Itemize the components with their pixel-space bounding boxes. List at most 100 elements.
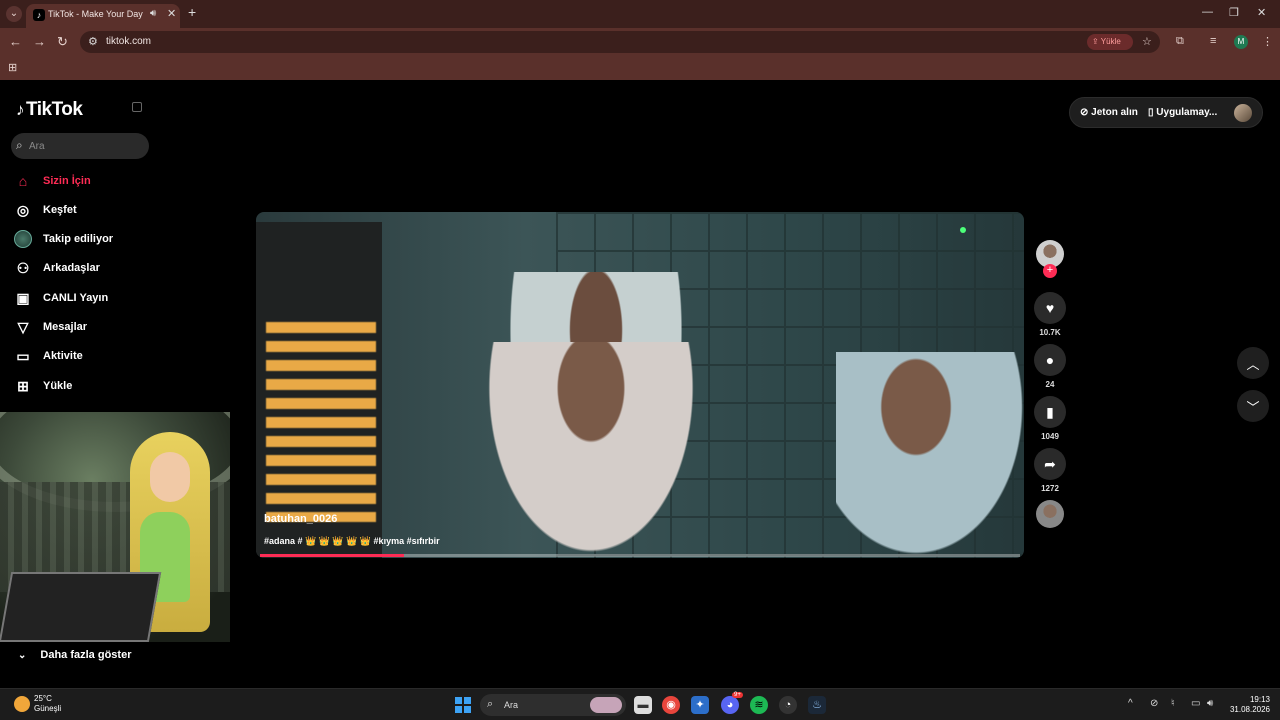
tiktok-logo[interactable]: ♪ TikTok <box>16 99 83 121</box>
tray-overflow-icon[interactable]: ^ <box>1128 698 1133 709</box>
activity-icon: ▭ <box>16 347 30 364</box>
get-coins-button[interactable]: ⊘ Jeton alın <box>1080 107 1138 118</box>
back-icon[interactable]: ← <box>9 34 22 49</box>
weather-widget[interactable]: 25°C Güneşli <box>14 694 61 714</box>
speaker-icon[interactable]: 🔊︎ <box>150 8 156 19</box>
search-input[interactable] <box>29 138 139 154</box>
comment-button[interactable]: ● <box>1034 344 1066 376</box>
search-box[interactable]: ⌕ <box>11 133 149 159</box>
maximize-icon[interactable]: ❐ <box>1229 6 1239 19</box>
weather-condition: Güneşli <box>34 704 62 713</box>
minimize-icon[interactable]: — <box>1202 6 1213 18</box>
show-more-button[interactable]: ⌄ Daha fazla göster <box>18 649 131 661</box>
coins-label: Jeton alın <box>1091 107 1138 118</box>
tray-icon[interactable]: ⊘ <box>1150 698 1158 709</box>
collapse-sidebar-icon[interactable] <box>132 102 142 112</box>
previous-video-button[interactable]: ︿ <box>1237 347 1269 379</box>
search-highlight-icon <box>590 697 622 713</box>
sidebar-item-live[interactable]: ▣ CANLI Yayın <box>14 288 108 308</box>
discord-badge: 9+ <box>732 692 743 698</box>
music-disc-avatar[interactable] <box>1036 500 1064 528</box>
dj-character-face <box>150 452 190 502</box>
sun-icon <box>14 696 30 712</box>
video-player[interactable]: batuhan_0026 #adana # 👑 👑 👑 👑 👑 #kıyma #… <box>256 212 1024 558</box>
taskbar-search-label: Ara <box>504 700 519 710</box>
get-app-button[interactable]: ▯ Uygulamay... <box>1148 107 1217 118</box>
upload-chip[interactable]: ⇪ Yükle <box>1087 34 1133 50</box>
microphone-icon[interactable]: ♮ <box>1171 698 1175 709</box>
video-progress-bar[interactable] <box>260 554 1020 557</box>
like-count: 10.7K <box>1039 328 1061 337</box>
dj-illustration-overlay <box>0 412 230 642</box>
save-button[interactable]: ▮ <box>1034 396 1066 428</box>
clock-time: 19:13 <box>1249 695 1270 704</box>
browser-tab-strip: ⌄ ♪ TikTok - Make Your Day 🔊︎ ✕ + — ❐ ✕ <box>0 0 1280 28</box>
video-caption[interactable]: #adana # 👑 👑 👑 👑 👑 #kıyma #sıfırbir <box>264 536 440 547</box>
window-close-icon[interactable]: ✕ <box>1257 6 1266 19</box>
progress-fill <box>260 554 405 557</box>
next-video-button[interactable]: ﹀ <box>1237 390 1269 422</box>
sidebar-item-upload[interactable]: ⊞ Yükle <box>14 376 72 396</box>
tab-search-icon[interactable]: ⌄ <box>6 6 22 22</box>
sidebar-item-label: Sizin İçin <box>43 175 91 187</box>
search-icon: ⌕ <box>487 698 494 710</box>
share-icon: ➦ <box>1044 455 1056 472</box>
sidebar-item-label: Keşfet <box>43 204 77 216</box>
search-icon: ⌕ <box>16 138 23 152</box>
like-button[interactable]: ♥ <box>1034 292 1066 324</box>
file-explorer-icon[interactable]: ▬ <box>634 696 652 714</box>
close-tab-icon[interactable]: ✕ <box>167 7 176 20</box>
url-text[interactable]: tiktok.com <box>106 36 151 47</box>
friends-icon: ⚇ <box>16 259 30 276</box>
user-avatar[interactable] <box>1234 104 1252 122</box>
sidebar-item-activity[interactable]: ▭ Aktivite <box>14 346 82 366</box>
chrome-icon[interactable]: ◉ <box>662 696 680 714</box>
share-count: 1272 <box>1041 484 1059 493</box>
sidebar-item-following[interactable]: Takip ediliyor <box>14 229 113 249</box>
address-bar[interactable]: ⚙︎ tiktok.com <box>80 31 1160 53</box>
sidebar-item-label: Mesajlar <box>43 321 88 333</box>
volume-icon[interactable]: 🔊︎ <box>1207 698 1213 709</box>
taskbar-search[interactable]: ⌕ Ara <box>480 694 626 716</box>
sidebar-item-explore[interactable]: ◎ Keşfet <box>14 200 77 220</box>
media-control-icon[interactable]: ≡ <box>1210 35 1216 47</box>
header-actions: ⊘ Jeton alın ▯ Uygulamay... <box>1069 97 1263 128</box>
messages-icon: ▽ <box>17 318 29 335</box>
share-button[interactable]: ➦ <box>1034 448 1066 480</box>
site-info-icon[interactable]: ⚙︎ <box>88 35 98 48</box>
chevron-up-icon: ︿ <box>1246 356 1260 372</box>
discord-icon[interactable]: ◕ <box>721 696 739 714</box>
steam-icon[interactable]: ♨ <box>808 696 826 714</box>
comment-icon: ● <box>1045 352 1055 368</box>
system-clock[interactable]: 19:13 31.08.2026 <box>1226 695 1270 715</box>
follow-plus-icon[interactable]: + <box>1043 264 1057 278</box>
profile-avatar[interactable]: M <box>1234 35 1248 49</box>
forward-icon[interactable]: → <box>33 34 46 49</box>
logo-text: TikTok <box>26 99 83 120</box>
sidebar-item-label: Arkadaşlar <box>43 262 100 274</box>
sidebar-item-label: Takip ediliyor <box>43 233 114 245</box>
extensions-icon[interactable]: ⧉ <box>1176 35 1184 48</box>
video-author-username[interactable]: batuhan_0026 <box>264 513 337 525</box>
display-icon[interactable]: ▭ <box>1191 698 1200 709</box>
apps-grid-icon[interactable]: ⊞ <box>8 61 17 74</box>
app-icon[interactable]: ◔ <box>779 696 797 714</box>
sidebar-item-for-you[interactable]: ⌂ Sizin İçin <box>14 171 91 191</box>
new-tab-icon[interactable]: + <box>188 4 196 20</box>
app-icon[interactable]: ✦ <box>691 696 709 714</box>
spotify-icon[interactable]: ≋ <box>750 696 768 714</box>
app-label: Uygulamay... <box>1156 107 1218 118</box>
bookmarks-bar: ⊞ <box>0 56 1280 80</box>
following-avatar-icon <box>14 230 32 248</box>
compass-icon: ◎ <box>16 201 30 218</box>
reload-icon[interactable]: ↻ <box>57 34 68 50</box>
browser-menu-icon[interactable]: ⋮ <box>1262 35 1273 48</box>
browser-tab[interactable]: ♪ TikTok - Make Your Day 🔊︎ ✕ <box>26 4 180 28</box>
sidebar-item-friends[interactable]: ⚇ Arkadaşlar <box>14 258 100 278</box>
bookmark-star-icon[interactable]: ☆ <box>1142 35 1152 48</box>
browser-toolbar: ← → ↻ ⚙︎ tiktok.com ⇪ Yükle ☆ ⧉ ≡ ⋮ <box>0 28 1280 56</box>
sidebar-item-messages[interactable]: ▽ Mesajlar <box>14 317 87 337</box>
upload-icon: ⊞ <box>17 377 29 394</box>
windows-start-icon[interactable] <box>455 697 471 713</box>
dj-turntable <box>0 572 162 642</box>
